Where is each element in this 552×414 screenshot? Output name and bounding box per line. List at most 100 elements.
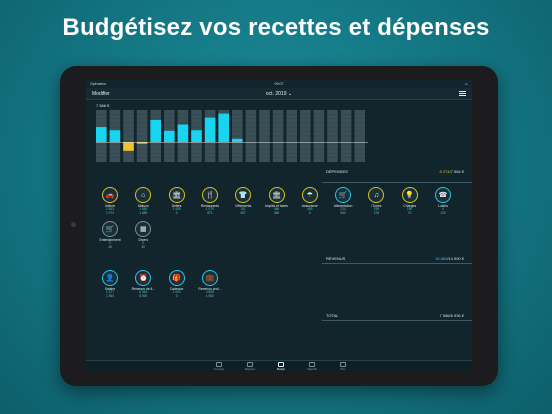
menu-icon[interactable] [459, 91, 466, 96]
chart-bar[interactable] [232, 138, 243, 143]
tab-label: Rapports [244, 367, 256, 371]
category-budget: 466 [273, 210, 280, 215]
chart-bar[interactable] [123, 142, 134, 151]
category-item[interactable]: ♫ iTunes 198 278 [364, 187, 388, 215]
category-budget: 30 [141, 244, 146, 249]
chart-bar[interactable] [218, 113, 229, 143]
chart-bar[interactable] [96, 127, 107, 143]
divider-depenses [322, 182, 472, 183]
category-icon: 👤 [102, 270, 118, 286]
category-icon: 👕 [235, 187, 252, 203]
revenus-budget: /14 500 € [447, 256, 464, 261]
category-icon: 🚗 [102, 187, 118, 203]
tab-budget[interactable]: Budget [268, 362, 294, 371]
tab-icon [247, 362, 253, 367]
tablet-frame: Opérateur 09:07 ▭ Modifier oct. 2019 ⌄ 7… [60, 66, 498, 386]
status-time: 09:07 [274, 82, 284, 86]
status-bar: Opérateur 09:07 ▭ [86, 80, 472, 88]
tab-icon [309, 362, 315, 367]
tab-label: Comptes [213, 367, 225, 371]
category-icon: 🎁 [168, 270, 185, 286]
category-item[interactable]: 🍴 Restaurants 1 079 871 [198, 187, 222, 215]
category-icon: 💼 [201, 270, 218, 286]
marketing-headline: Budgétisez vos recettes et dépenses [62, 14, 490, 41]
tab-icon [216, 362, 222, 367]
chart-bar[interactable] [191, 130, 202, 143]
category-budget: 557 [240, 210, 246, 215]
category-budget: 120 [440, 210, 446, 215]
category-item[interactable]: ⏰ Revenus de ll... 8 540 8 500 [131, 270, 155, 298]
tab-comptes[interactable]: Comptes [206, 362, 232, 371]
tab-label: Budget [276, 367, 286, 371]
battery-icon: ▭ [464, 82, 468, 86]
tab-objectifs[interactable]: Objectifs [299, 362, 325, 371]
divider-total [322, 320, 472, 321]
divider-revenus [322, 263, 472, 264]
month-selector[interactable]: oct. 2019 ⌄ [86, 91, 472, 97]
category-icon: 🏛 [268, 187, 285, 203]
depenses-actual: 8 274 [439, 169, 450, 174]
category-item[interactable]: 🏛 Impôts et taxes 466 466 [265, 187, 289, 215]
category-icon: 💡 [401, 187, 418, 203]
chart-bar[interactable] [204, 117, 216, 143]
depenses-budget: /7 564 € [449, 169, 464, 174]
tab-label: Plus [340, 367, 346, 371]
category-budget: 0 [175, 210, 178, 215]
category-item[interactable]: 🎁 Cadeaux 1 093 0 [165, 270, 189, 298]
category-icon: ♫ [368, 187, 385, 203]
revenus-actual: 15 860 [435, 256, 448, 261]
chart-bar[interactable] [164, 130, 175, 143]
chart-bar[interactable] [150, 119, 161, 143]
category-budget: 8 500 [139, 293, 148, 298]
category-budget: 871 [207, 210, 213, 215]
category-item[interactable]: 🏛 Dettes 1 406 0 [165, 187, 189, 215]
total-actual: 7 586 [439, 313, 450, 318]
category-item[interactable]: 👕 Vêtements 761 557 [231, 187, 255, 215]
category-item[interactable]: ☂ Assurance 469 0 [298, 187, 322, 215]
category-icon: 🏛 [168, 187, 185, 203]
total-budget: /6 936 € [449, 313, 464, 318]
category-icon: 🍴 [201, 187, 218, 203]
category-item[interactable]: 🛒 Entertainment 0 45 [98, 221, 122, 249]
total-value: 7 586/6 936 € [440, 313, 464, 318]
month-label: oct. 2019 [265, 91, 287, 97]
revenus-label: REVENUS [326, 256, 346, 261]
total-label: TOTAL [326, 313, 339, 318]
category-budget: 1 972 [106, 210, 114, 215]
category-item[interactable]: ▦ Divers 0 30 [131, 221, 155, 249]
tab-label: Objectifs [306, 367, 318, 371]
chart-bar[interactable] [109, 130, 121, 143]
category-item[interactable]: ⌂ Maison 1 869 1 859 [131, 187, 155, 215]
nav-bar: Modifier oct. 2019 ⌄ [86, 88, 472, 100]
category-icon: 🛒 [102, 221, 118, 237]
category-item[interactable]: 🛒 Alimentation 224 560 [331, 187, 355, 215]
category-icon: ⌂ [135, 187, 152, 203]
category-budget: 70 [407, 210, 412, 215]
category-item[interactable]: 👤 Salaire 1 377 1 560 [98, 270, 122, 298]
chevron-down-icon: ⌄ [287, 91, 293, 97]
category-budget: 278 [373, 210, 380, 215]
category-icon: 🛒 [335, 187, 352, 203]
tab-bar: Comptes Rapports Budget Objectifs Plus [86, 360, 472, 372]
category-item[interactable]: ☎ Loisirs 0 120 [431, 187, 455, 215]
tab-icon [340, 362, 346, 367]
category-budget: 1 560 [205, 293, 214, 298]
category-budget: 0 [175, 293, 178, 298]
tab-icon [278, 362, 284, 367]
chart-bar[interactable] [177, 124, 189, 143]
depenses-value: 8 274/7 564 € [440, 169, 464, 174]
category-budget: 1 859 [139, 210, 148, 215]
revenus-value: 15 860/14 500 € [435, 256, 464, 261]
camera-icon [71, 222, 76, 227]
category-item[interactable]: 💼 Revenus prof... 4 850 1 560 [198, 270, 222, 298]
category-icon: ☂ [301, 187, 318, 203]
category-budget: 0 [308, 210, 311, 215]
category-icon: ☎ [435, 187, 451, 203]
category-budget: 1 560 [106, 293, 114, 298]
depenses-label: DÉPENSES [326, 169, 348, 174]
category-item[interactable]: 💡 Charges 190 70 [398, 187, 422, 215]
category-item[interactable]: 🚗 Voiture 1 843 1 972 [98, 187, 122, 215]
tab-rapports[interactable]: Rapports [237, 362, 263, 371]
tab-plus[interactable]: Plus [330, 362, 356, 371]
category-budget: 560 [340, 210, 346, 215]
